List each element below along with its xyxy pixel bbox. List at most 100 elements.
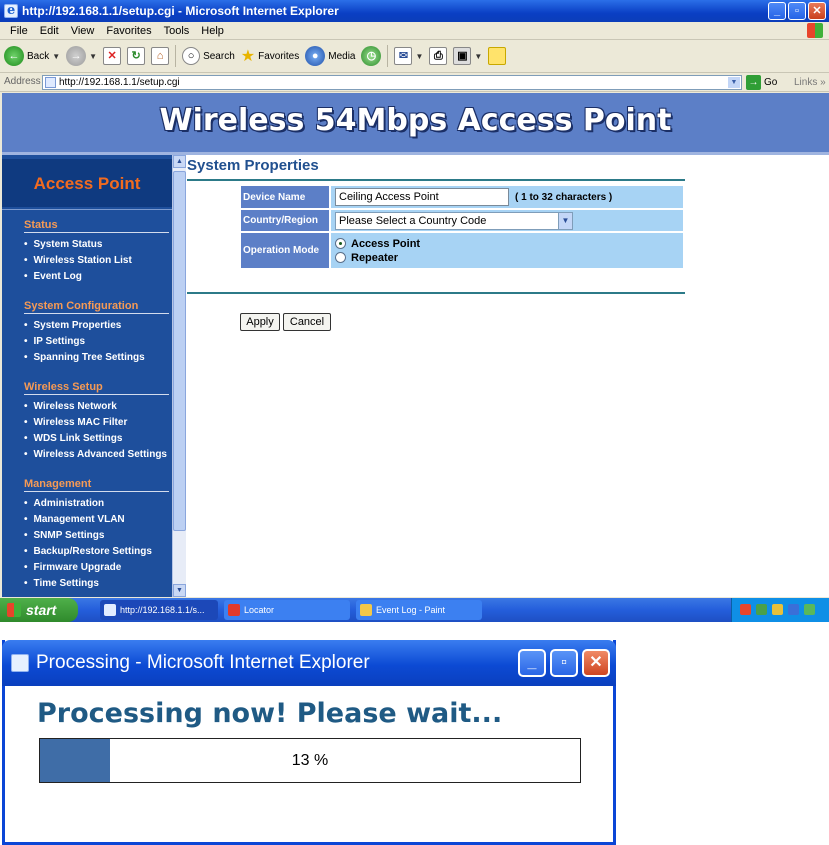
nav-administration[interactable]: Administration: [24, 496, 169, 512]
section-status: Status System Status Wireless Station Li…: [24, 219, 169, 285]
home-button[interactable]: ⌂: [151, 47, 170, 65]
tray-icon[interactable]: [756, 604, 767, 615]
tray-icon[interactable]: [740, 604, 751, 615]
nav-wireless-advanced-settings[interactable]: Wireless Advanced Settings: [24, 447, 169, 463]
form-row-operation-mode: Operation Mode Access Point Repeater: [241, 233, 685, 270]
locator-icon: [228, 604, 240, 616]
processing-heading: Processing now! Please wait...: [37, 698, 503, 729]
media-button[interactable]: ● Media: [305, 46, 355, 66]
links-label[interactable]: Links »: [794, 77, 826, 88]
system-tray: [731, 598, 829, 622]
refresh-icon: ↻: [127, 47, 146, 65]
start-label: start: [26, 602, 57, 618]
dialog-title: Processing - Microsoft Internet Explorer: [36, 652, 370, 673]
task-ie[interactable]: http://192.168.1.1/s...: [100, 600, 218, 620]
tray-icon[interactable]: [772, 604, 783, 615]
device-name-label: Device Name: [241, 186, 329, 210]
sidebar-divider: [2, 209, 172, 210]
chevron-down-icon: ▼: [558, 212, 572, 229]
stop-button[interactable]: ✕: [103, 47, 122, 65]
back-arrow-icon: ←: [4, 46, 24, 66]
nav-wireless-station-list[interactable]: Wireless Station List: [24, 253, 169, 269]
maximize-button[interactable]: ▫: [788, 2, 806, 20]
task-paint[interactable]: Event Log - Paint: [356, 600, 482, 620]
mail-button[interactable]: ✉ ▼: [394, 47, 423, 65]
apply-button[interactable]: Apply: [240, 313, 280, 331]
dropdown-arrow-icon: ▼: [415, 51, 424, 61]
sidebar-scrollbar[interactable]: ▲ ▼: [172, 155, 186, 597]
print-icon: ⎙: [429, 47, 448, 65]
menu-edit[interactable]: Edit: [34, 22, 65, 39]
nav-event-log[interactable]: Event Log: [24, 269, 169, 285]
task-locator[interactable]: Locator: [224, 600, 350, 620]
tray-icon[interactable]: [804, 604, 815, 615]
taskbar: start http://192.168.1.1/s... Locator Ev…: [0, 598, 829, 622]
operation-mode-cell: Access Point Repeater: [329, 233, 683, 270]
progress-bar: 13 %: [39, 738, 581, 783]
task-paint-label: Event Log - Paint: [376, 605, 446, 615]
edit-button[interactable]: ▣ ▼: [453, 47, 482, 65]
search-button[interactable]: ○ Search: [182, 47, 235, 65]
sidebar-header: Access Point: [2, 159, 172, 207]
operation-mode-label: Operation Mode: [241, 233, 329, 270]
nav-backup-restore-settings[interactable]: Backup/Restore Settings: [24, 544, 169, 560]
page-title: System Properties: [187, 157, 319, 174]
menu-view[interactable]: View: [65, 22, 101, 39]
address-dropdown-icon[interactable]: ▼: [728, 77, 740, 88]
start-button[interactable]: start: [0, 598, 78, 622]
nav-spanning-tree-settings[interactable]: Spanning Tree Settings: [24, 350, 169, 366]
nav-firmware-upgrade[interactable]: Firmware Upgrade: [24, 560, 169, 576]
paint-icon: [360, 604, 372, 616]
go-label: Go: [764, 77, 778, 88]
nav-time-settings[interactable]: Time Settings: [24, 576, 169, 592]
scroll-up-icon[interactable]: ▲: [173, 155, 186, 168]
radio-repeater[interactable]: Repeater: [335, 252, 420, 264]
messenger-button[interactable]: [488, 47, 507, 65]
device-name-input[interactable]: Ceiling Access Point: [335, 188, 509, 206]
minimize-button[interactable]: _: [768, 2, 786, 20]
task-locator-label: Locator: [244, 605, 275, 615]
print-button[interactable]: ⎙: [429, 47, 448, 65]
toolbar-separator: [387, 45, 389, 67]
nav-wireless-network[interactable]: Wireless Network: [24, 399, 169, 415]
menu-favorites[interactable]: Favorites: [100, 22, 157, 39]
address-input[interactable]: http://192.168.1.1/setup.cgi ▼: [42, 75, 742, 90]
close-button[interactable]: ✕: [808, 2, 826, 20]
go-button[interactable]: → Go: [746, 75, 777, 90]
nav-management-vlan[interactable]: Management VLAN: [24, 512, 169, 528]
dialog-close-button[interactable]: ✕: [582, 649, 610, 677]
cancel-button[interactable]: Cancel: [283, 313, 331, 331]
scroll-down-icon[interactable]: ▼: [173, 584, 186, 597]
device-name-hint: ( 1 to 32 characters ): [515, 191, 613, 203]
dialog-maximize-button[interactable]: ▫: [550, 649, 578, 677]
task-ie-label: http://192.168.1.1/s...: [120, 605, 205, 615]
country-select[interactable]: Please Select a Country Code ▼: [335, 211, 573, 230]
country-label: Country/Region: [241, 210, 329, 233]
nav-ip-settings[interactable]: IP Settings: [24, 334, 169, 350]
window-controls: _ ▫ ✕: [768, 2, 826, 20]
forward-button[interactable]: → ▼: [66, 46, 97, 66]
back-button[interactable]: ← Back ▼: [4, 46, 60, 66]
dialog-window-controls: _ ▫ ✕: [518, 649, 610, 677]
favorites-button[interactable]: ★ Favorites: [241, 46, 299, 66]
nav-snmp-settings[interactable]: SNMP Settings: [24, 528, 169, 544]
menu-tools[interactable]: Tools: [158, 22, 196, 39]
refresh-button[interactable]: ↻: [127, 47, 146, 65]
radio-access-point[interactable]: Access Point: [335, 238, 420, 250]
nav-system-status[interactable]: System Status: [24, 237, 169, 253]
nav-wds-link-settings[interactable]: WDS Link Settings: [24, 431, 169, 447]
menu-file[interactable]: File: [4, 22, 34, 39]
tray-icon[interactable]: [788, 604, 799, 615]
sidebar: Access Point Status System Status Wirele…: [2, 155, 172, 597]
nav-system-properties[interactable]: System Properties: [24, 318, 169, 334]
dialog-minimize-button[interactable]: _: [518, 649, 546, 677]
banner: Wireless 54Mbps Access Point: [2, 93, 829, 155]
history-button[interactable]: ◷: [361, 46, 382, 66]
scroll-thumb[interactable]: [173, 171, 186, 531]
nav-wireless-mac-filter[interactable]: Wireless MAC Filter: [24, 415, 169, 431]
windows-logo-icon: [807, 23, 823, 38]
menu-help[interactable]: Help: [195, 22, 230, 39]
ie-icon: [11, 654, 29, 672]
form-rule: [187, 292, 685, 294]
system-properties-form: Device Name Ceiling Access Point ( 1 to …: [241, 186, 685, 270]
